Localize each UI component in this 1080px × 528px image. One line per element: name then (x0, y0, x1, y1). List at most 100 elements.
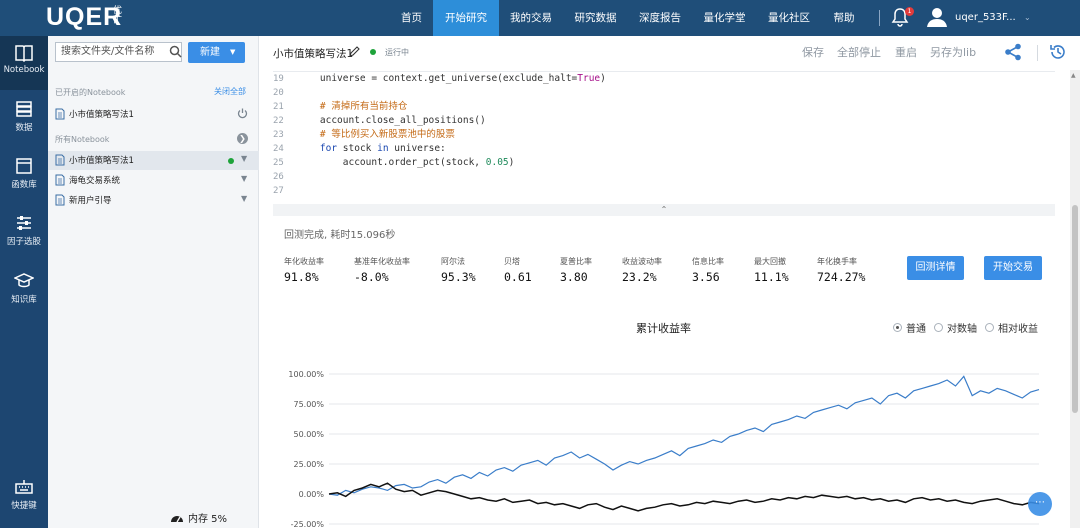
save-button[interactable]: 保存 (802, 44, 824, 60)
code-line: 21 # 清掉所有当前持仓 (273, 101, 408, 112)
running-indicator (228, 158, 234, 164)
nav-help[interactable]: 帮助 (821, 0, 867, 36)
metric-value: 3.56 (692, 270, 720, 284)
metric-label: 收益波动率 (622, 257, 662, 266)
code-cell[interactable]: 19 universe = context.get_universe(exclu… (273, 71, 1055, 201)
nav-my-trades[interactable]: 我的交易 (499, 0, 563, 36)
radio-label: 对数轴 (947, 324, 977, 335)
notebook-icon (15, 45, 33, 62)
save-as-lib-button[interactable]: 另存为lib (930, 44, 976, 60)
sidebar-item-label: 函数库 (11, 180, 37, 190)
benchmark-return-line (328, 482, 1040, 512)
history-icon[interactable] (1049, 43, 1067, 61)
sidebar-item-function-library[interactable]: 函数库 (0, 149, 48, 203)
scroll-up-arrow[interactable]: ▲ (1071, 72, 1076, 79)
sidebar-item-factor-filter[interactable]: 因子选股 (0, 206, 48, 260)
opened-notebook-item[interactable]: 小市值策略写法1 (48, 105, 259, 124)
chevron-down-icon[interactable]: ▼ (241, 194, 247, 203)
sidebar-item-data[interactable]: 数据 (0, 92, 48, 146)
notebook-item[interactable]: 小市值策略写法1 ▼ (48, 151, 259, 170)
sidebar-item-label: 知识库 (11, 295, 37, 305)
username-label[interactable]: uqer_533F... (955, 0, 1016, 36)
notebook-title[interactable]: 小市值策略写法1 (273, 46, 353, 61)
nav-quant-community[interactable]: 量化社区 (757, 0, 821, 36)
notebook-name: 海龟交易系统 (69, 176, 121, 186)
function-library-icon (16, 158, 32, 174)
metric-value: 0.61 (504, 270, 532, 284)
radio-label: 相对收益 (998, 324, 1038, 335)
scrollbar-thumb[interactable] (1072, 205, 1078, 413)
file-panel: 搜索文件夹/文件名称 新建 ▼ 已开启的Notebook 关闭全部 小市值策略写… (48, 36, 259, 528)
kernel-status: 运行中 (385, 48, 409, 57)
search-input[interactable]: 搜索文件夹/文件名称 (55, 42, 182, 62)
code-line: 19 universe = context.get_universe(exclu… (273, 73, 606, 84)
toolbar-separator (1037, 45, 1038, 61)
metric-value: 724.27% (817, 270, 866, 284)
cumulative-return-chart[interactable]: 100.00% 75.00% 50.00% 25.00% 0.00% -25.00% (259, 336, 1055, 528)
sidebar-item-shortcuts[interactable]: 快捷键 (0, 470, 48, 524)
file-icon (55, 194, 65, 206)
floating-action-button[interactable]: ⋯ (1028, 492, 1052, 516)
metric-label: 夏普比率 (560, 257, 592, 266)
chevron-down-icon: ▼ (230, 48, 236, 56)
notification-badge: 1 (905, 7, 914, 16)
opened-notebooks-heading: 已开启的Notebook (55, 88, 126, 97)
restart-button[interactable]: 重启 (895, 44, 917, 60)
chevron-down-icon[interactable]: ⌄ (1024, 0, 1031, 36)
y-tick-label: 25.00% (293, 460, 324, 469)
sidebar-item-label: 因子选股 (6, 237, 41, 247)
y-tick-label: 50.00% (293, 430, 324, 439)
all-notebooks-heading: 所有Notebook (55, 135, 110, 144)
nav-deep-reports[interactable]: 深度报告 (628, 0, 692, 36)
metric-value: 91.8% (284, 270, 319, 284)
new-button[interactable]: 新建 ▼ (188, 42, 245, 63)
metric-label: 阿尔法 (441, 257, 465, 266)
code-line: 25 account.order_pct(stock, 0.05) (273, 157, 515, 168)
scale-relative-radio[interactable] (985, 323, 994, 332)
main-scrollbar[interactable] (1070, 70, 1080, 528)
chevron-up-icon: ⌃ (660, 205, 668, 214)
nav-separator (879, 10, 880, 26)
scale-normal-radio[interactable] (893, 323, 902, 332)
chevron-down-icon[interactable]: ▼ (241, 154, 247, 163)
metric-value: 95.3% (441, 270, 476, 284)
database-icon (16, 101, 32, 117)
close-all-link[interactable]: 关闭全部 (214, 86, 246, 97)
memory-usage: 内存 5% (188, 514, 228, 525)
code-line: 27 (273, 186, 284, 196)
y-tick-label: -25.00% (291, 520, 325, 528)
collapse-output-bar[interactable]: ⌃ (273, 204, 1055, 216)
sidebar-item-notebook[interactable]: Notebook (0, 36, 48, 90)
metric-label: 最大回撤 (754, 257, 786, 266)
chevron-down-icon[interactable]: ▼ (241, 174, 247, 183)
nav-quant-school[interactable]: 量化学堂 (692, 0, 757, 36)
metric-value: 11.1% (754, 270, 789, 284)
notebook-item[interactable]: 海龟交易系统 ▼ (48, 171, 259, 190)
stop-all-button[interactable]: 全部停止 (837, 44, 881, 60)
nav-research-data[interactable]: 研究数据 (563, 0, 628, 36)
file-icon (55, 108, 65, 120)
nav-start-research[interactable]: 开始研究 (433, 0, 499, 36)
backtest-detail-button[interactable]: 回测详情 (907, 256, 964, 280)
sidebar-item-knowledge[interactable]: 知识库 (0, 264, 48, 318)
knowledge-icon (14, 273, 34, 288)
uqer-logo[interactable]: UQER (46, 3, 122, 32)
user-avatar-icon[interactable] (926, 6, 948, 28)
code-line: 23 # 等比例买入新股票池中的股票 (273, 129, 455, 140)
nav-home[interactable]: 首页 (390, 0, 433, 36)
scale-log-radio[interactable] (934, 323, 943, 332)
share-icon[interactable] (1004, 43, 1022, 61)
edit-icon[interactable] (349, 46, 360, 57)
code-line: 24 for stock in universe: (273, 143, 446, 154)
memory-gauge-icon (171, 516, 183, 523)
arrow-right-icon[interactable]: ❯ (237, 133, 248, 144)
notebook-item[interactable]: 新用户引导 ▼ (48, 191, 259, 210)
start-trading-button[interactable]: 开始交易 (984, 256, 1042, 280)
code-line: 22 account.close_all_positions() (273, 115, 486, 126)
metric-label: 年化换手率 (817, 257, 857, 266)
power-icon[interactable] (237, 108, 248, 119)
code-line: 20 (273, 88, 284, 98)
metric-label: 贝塔 (504, 257, 520, 266)
search-icon[interactable] (169, 45, 182, 58)
left-sidebar: Notebook 数据 函数库 因子选股 知识库 快捷键 (0, 36, 48, 528)
